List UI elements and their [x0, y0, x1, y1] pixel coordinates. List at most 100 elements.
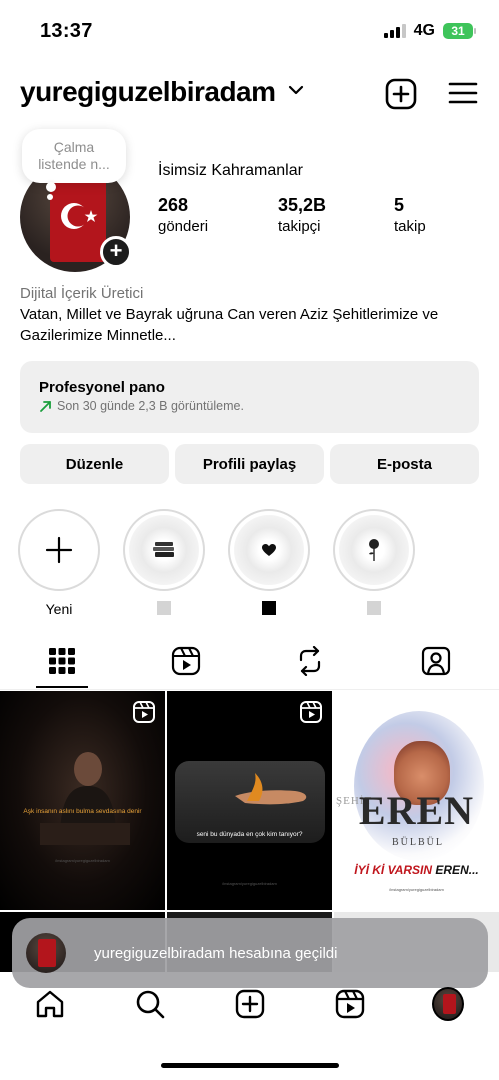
status-bar: 13:37 4G 31: [0, 0, 499, 62]
note-text: Çalma listende n...: [38, 139, 110, 172]
menu-icon[interactable]: [448, 80, 478, 106]
highlight-cover: [339, 515, 409, 585]
tagged-icon: [421, 646, 451, 676]
highlight-new-circle: [18, 509, 100, 591]
post-caption: seni bu dünyada en çok kim tanıyor?: [196, 831, 303, 838]
professional-dashboard[interactable]: Profesyonel pano Son 30 günde 2,3 B görü…: [20, 361, 479, 433]
battery-icon: 31: [443, 23, 476, 39]
edit-profile-button[interactable]: Düzenle: [20, 444, 169, 484]
reels-icon: [335, 989, 365, 1019]
create-post-icon[interactable]: [385, 78, 417, 110]
highlight-cover: [129, 515, 199, 585]
account-switched-toast[interactable]: yuregiguzelbiradam hesabına geçildi: [12, 918, 488, 988]
plus-icon: [45, 536, 73, 564]
reel-badge-icon: [300, 701, 322, 723]
reel-badge-icon: [133, 701, 155, 723]
highlight-label: [228, 601, 310, 615]
highlight-label-emoji: [262, 601, 276, 615]
create-icon: [235, 989, 265, 1019]
toast-avatar: [26, 933, 66, 973]
stat-followers[interactable]: 35,2B takipçi: [278, 195, 326, 235]
home-icon: [36, 990, 64, 1018]
post-banner-lead: İYİ Kİ VARSIN: [354, 863, 433, 877]
username-switcher[interactable]: yuregiguzelbiradam: [20, 76, 276, 108]
tab-tagged[interactable]: [421, 646, 451, 676]
tab-reposts[interactable]: [295, 646, 325, 676]
nav-home[interactable]: [34, 988, 66, 1020]
post-name-text: EREN: [358, 788, 475, 833]
post-watermark: /instagram/yuregiguzelbiradam: [389, 887, 444, 892]
highlight-item[interactable]: [228, 509, 310, 615]
search-icon: [136, 990, 165, 1019]
stat-posts-count: 268: [158, 195, 189, 215]
highlight-new[interactable]: Yeni: [18, 509, 100, 617]
note-bubble[interactable]: Çalma listende n...: [22, 129, 126, 183]
share-profile-button[interactable]: Profili paylaş: [175, 444, 324, 484]
active-tab-indicator: [36, 686, 88, 688]
turkish-flag-image: [443, 994, 456, 1014]
post-surname-text: BÜLBÜL: [392, 837, 444, 848]
home-indicator[interactable]: [161, 1063, 339, 1068]
add-story-button[interactable]: +: [100, 236, 132, 268]
profile-bio: Vatan, Millet ve Bayrak uğruna Can veren…: [20, 306, 439, 344]
profile-category: Dijital İçerik Üretici: [20, 285, 144, 302]
highlight-circle: [228, 509, 310, 591]
dashboard-title: Profesyonel pano: [39, 379, 165, 396]
rose-icon: [369, 539, 379, 561]
bottom-navigation: [0, 987, 499, 1038]
turkish-flag-image: [50, 176, 106, 262]
highlight-circle: [333, 509, 415, 591]
network-type: 4G: [413, 22, 435, 39]
post-banner-name: EREN...: [435, 863, 479, 877]
nav-create[interactable]: [234, 988, 266, 1020]
display-name: İsimsiz Kahramanlar: [158, 162, 303, 179]
profile-header: yuregiguzelbiradam: [0, 70, 499, 116]
stat-posts[interactable]: 268 gönderi: [158, 195, 208, 235]
highlight-item[interactable]: [123, 509, 205, 615]
chevron-down-icon[interactable]: [288, 84, 304, 96]
post-thumbnail[interactable]: Aşk insanın aslını bulma sevdasına denir…: [0, 691, 165, 910]
post-watermark: /instagram/yuregiguzelbiradam: [55, 858, 110, 863]
reposts-icon: [299, 646, 321, 676]
stat-following[interactable]: 5 takip: [394, 195, 426, 235]
post-thumbnail[interactable]: ŞEHİT EREN BÜLBÜL İYİ Kİ VARSIN EREN... …: [334, 691, 499, 910]
dashboard-subtitle-row: Son 30 günde 2,3 B görüntüleme.: [39, 399, 479, 413]
nav-search[interactable]: [134, 988, 166, 1020]
man-speaking-image: [40, 752, 130, 845]
battery-level: 31: [451, 24, 465, 38]
reels-icon: [171, 646, 201, 676]
post-watermark: /instagram/yuregiguzelbiradam: [222, 881, 277, 886]
post-thumbnail[interactable]: seni bu dünyada en çok kim tanıyor? /ins…: [167, 691, 332, 910]
toast-message: yuregiguzelbiradam hesabına geçildi: [94, 944, 338, 962]
tab-reels[interactable]: [171, 646, 201, 676]
highlight-new-label: Yeni: [45, 601, 73, 617]
turkish-flag-image: [38, 939, 56, 967]
stat-following-count: 5: [394, 195, 405, 215]
highlight-item[interactable]: [333, 509, 415, 615]
grid-icon: [49, 648, 75, 674]
note-bubble-tail-small: [47, 194, 53, 200]
dashboard-subtitle: Son 30 günde 2,3 B görüntüleme.: [57, 399, 244, 413]
nav-reels[interactable]: [334, 988, 366, 1020]
profile-avatar: [432, 987, 464, 1021]
email-button[interactable]: E-posta: [330, 444, 479, 484]
status-indicators: 4G 31: [383, 22, 476, 40]
profile-stats: 268 gönderi 35,2B takipçi 5 takip: [158, 195, 458, 243]
post-caption: Aşk insanın aslını bulma sevdasına denir: [23, 808, 142, 815]
signal-icon: [383, 24, 406, 38]
highlight-label: [333, 601, 415, 615]
post-banner: İYİ Kİ VARSIN EREN...: [334, 863, 499, 877]
note-bubble-tail: [46, 182, 56, 192]
status-time: 13:37: [40, 20, 93, 42]
stat-posts-label: gönderi: [158, 218, 209, 235]
nav-profile[interactable]: [432, 987, 464, 1021]
stat-followers-label: takipçi: [278, 218, 321, 235]
highlight-label-emoji: [367, 601, 381, 615]
trend-up-icon: [40, 400, 51, 412]
profile-actions: Düzenle Profili paylaş E-posta: [20, 444, 479, 484]
highlight-label: [123, 601, 205, 615]
tab-grid[interactable]: [47, 646, 77, 676]
profile-tabs: [0, 640, 499, 690]
stat-followers-count: 35,2B: [278, 195, 327, 215]
highlight-cover: [234, 515, 304, 585]
